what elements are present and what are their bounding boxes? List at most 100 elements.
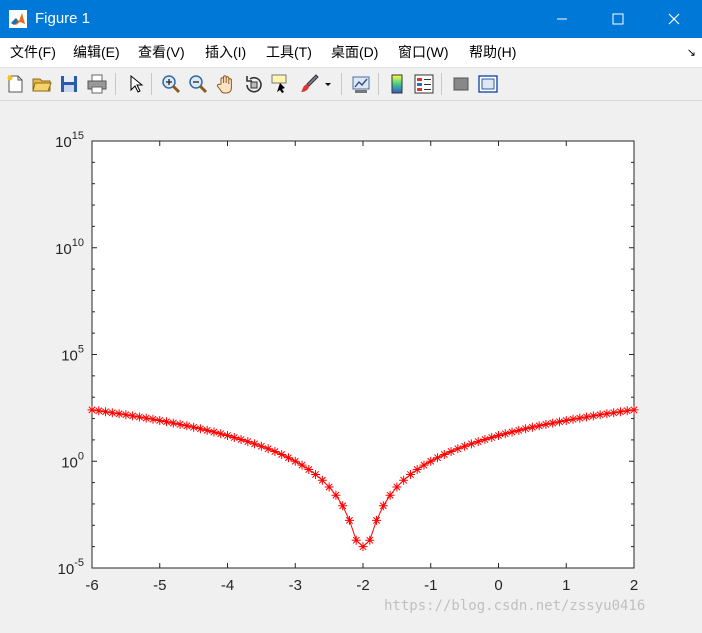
data-point (250, 439, 260, 449)
data-point (419, 460, 429, 470)
legend-icon[interactable] (413, 73, 435, 95)
open-file-icon[interactable] (31, 73, 53, 95)
brush-dropdown-icon[interactable] (322, 73, 334, 95)
menu-window[interactable]: 窗口(W) (398, 44, 449, 60)
menu-help[interactable]: 帮助(H) (469, 44, 516, 60)
pointer-icon[interactable] (124, 73, 146, 95)
data-point (527, 422, 537, 432)
figure-canvas: -6 -5 -4 -3 -2 -1 0 1 2 10-5 100 105 1010 1015 (0, 101, 702, 628)
zoom-out-icon[interactable] (187, 73, 209, 95)
y-tick-base: 10 (55, 134, 72, 151)
data-point (216, 429, 226, 439)
data-cursor-icon[interactable] (270, 73, 292, 95)
menu-desktop[interactable]: 桌面(D) (331, 44, 378, 60)
data-point (94, 406, 104, 416)
new-figure-icon[interactable] (4, 73, 26, 95)
data-point (168, 418, 178, 428)
y-tick-exponent: -5 (74, 557, 84, 569)
toolbar-separator (115, 73, 116, 95)
hide-plot-tools-icon[interactable] (450, 73, 472, 95)
data-point (507, 427, 517, 437)
data-point (385, 490, 395, 500)
data-point (338, 501, 348, 511)
data-point (141, 413, 151, 423)
x-tick-label: -6 (85, 577, 98, 594)
x-tick-label: -1 (424, 577, 437, 594)
data-point (134, 412, 144, 422)
close-button[interactable] (646, 0, 702, 38)
maximize-button[interactable] (590, 0, 646, 38)
data-point (243, 437, 253, 447)
window-title: Figure 1 (35, 10, 91, 27)
data-point (162, 417, 172, 427)
data-point (453, 444, 463, 454)
data-point (500, 429, 510, 439)
data-point (182, 421, 192, 431)
menu-tools[interactable]: 工具(T) (266, 44, 312, 60)
maximize-icon (612, 13, 624, 25)
toolbar-separator (441, 73, 442, 95)
print-icon[interactable] (86, 73, 108, 95)
x-tick-label: 2 (630, 577, 638, 594)
close-icon (668, 13, 680, 25)
rotate-3d-icon[interactable] (243, 73, 265, 95)
data-point (412, 465, 422, 475)
data-point (317, 475, 327, 485)
matlab-logo-icon (9, 10, 27, 28)
y-tick-exponent: 0 (78, 450, 84, 462)
menu-edit[interactable]: 编辑(E) (73, 44, 120, 60)
x-tick-label: -4 (221, 577, 234, 594)
toolbar-separator (151, 73, 152, 95)
data-point (195, 424, 205, 434)
show-plot-tools-icon[interactable] (477, 73, 499, 95)
log-scale-plot: -6 -5 -4 -3 -2 -1 0 1 210-510010510101015 (55, 130, 639, 594)
data-point (331, 490, 341, 500)
menu-file[interactable]: 文件(F) (10, 44, 56, 60)
data-point (256, 441, 266, 451)
data-point (223, 431, 232, 441)
y-tick-label: 1010 (55, 237, 84, 258)
data-point (629, 405, 639, 415)
dock-arrow-icon[interactable]: ↘ (687, 46, 696, 59)
menu-view[interactable]: 查看(V) (138, 44, 185, 60)
data-point (297, 460, 307, 470)
minimize-button[interactable] (534, 0, 590, 38)
data-point (378, 501, 388, 511)
data-point (324, 482, 334, 492)
data-point (561, 416, 571, 426)
brush-icon[interactable] (298, 73, 320, 95)
save-icon[interactable] (58, 73, 80, 95)
data-point (121, 410, 131, 420)
y-tick-label: 10-5 (58, 557, 84, 578)
colorbar-icon[interactable] (386, 73, 408, 95)
data-point (595, 410, 605, 420)
x-tick-label: -3 (289, 577, 302, 594)
y-tick-base: 10 (58, 561, 75, 578)
menu-insert[interactable]: 插入(I) (205, 44, 246, 60)
data-point (405, 469, 415, 479)
title-bar: Figure 1 (0, 0, 702, 38)
data-point (399, 475, 409, 485)
x-tick-label: 1 (562, 577, 570, 594)
y-tick-base: 10 (61, 348, 78, 365)
zoom-in-icon[interactable] (160, 73, 182, 95)
data-point (87, 405, 97, 415)
y-tick-label: 105 (61, 344, 84, 365)
y-tick-label: 100 (61, 450, 84, 471)
data-point (202, 425, 212, 435)
data-point (189, 422, 199, 432)
pan-hand-icon[interactable] (215, 73, 237, 95)
link-plot-icon[interactable] (350, 73, 372, 95)
x-tick-label: -2 (356, 577, 369, 594)
data-point (460, 441, 470, 451)
data-point (229, 432, 239, 442)
data-point (311, 469, 321, 479)
y-tick-exponent: 10 (72, 237, 84, 249)
data-point (290, 456, 300, 466)
data-point (175, 419, 185, 429)
data-point (155, 416, 165, 426)
data-point (494, 431, 503, 441)
data-point (114, 409, 124, 419)
figure-toolbar (0, 68, 702, 101)
axes-box (91, 140, 635, 569)
